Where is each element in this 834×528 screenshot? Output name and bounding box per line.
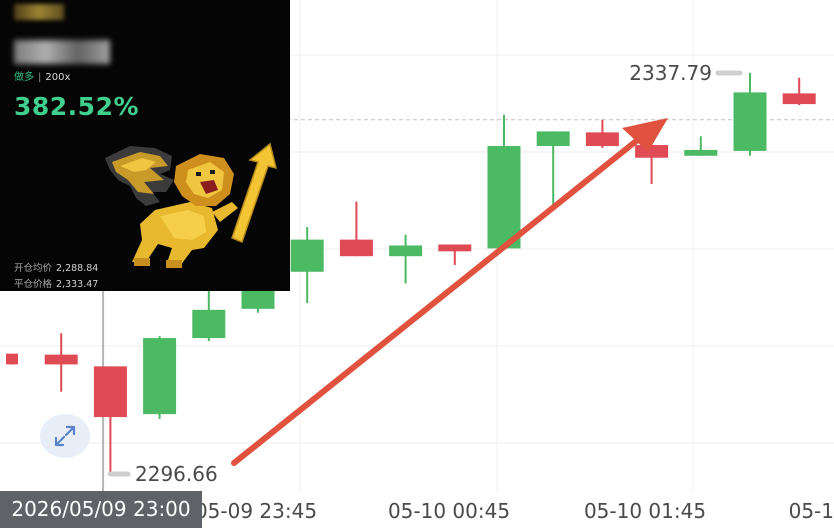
candle-body xyxy=(389,245,423,257)
position-side-line: 做多 | 200x xyxy=(14,68,70,83)
candle-body xyxy=(93,366,127,418)
candle-body xyxy=(782,93,816,105)
candle-body xyxy=(536,131,570,147)
blurred-username xyxy=(14,4,64,20)
x-axis-tick-labels: 05-09 23:45 05-10 00:45 05-10 01:45 05-1 xyxy=(195,499,834,523)
candle-body xyxy=(684,149,718,156)
candle-body xyxy=(143,338,177,415)
candle-body xyxy=(44,354,78,365)
candle-body xyxy=(339,239,373,257)
candle-body xyxy=(585,132,619,147)
crosshair-time-tag: 2026/05/09 23:00 xyxy=(0,491,202,528)
entry-price-row: 开仓均价 2,288.84 xyxy=(14,260,98,274)
candle-body xyxy=(733,92,767,151)
candle-body xyxy=(438,244,472,252)
high-price-label: 2337.79 xyxy=(629,61,712,85)
trend-arrow-shaft xyxy=(231,131,648,466)
blurred-pair-name xyxy=(14,40,110,64)
expand-arrows-icon xyxy=(54,425,76,447)
x-tick-label: 05-09 23:45 xyxy=(195,499,317,523)
candle-body xyxy=(192,309,226,339)
position-side: 做多 xyxy=(14,72,34,83)
pnl-percent: 382.52% xyxy=(14,92,140,121)
x-tick-label: 05-1 xyxy=(789,499,834,523)
candle-body xyxy=(635,145,669,158)
leverage: 200x xyxy=(45,72,71,83)
winged-lion-mascot xyxy=(105,142,278,268)
separator: | xyxy=(38,72,42,83)
close-price-row: 平仓价格 2,333.47 xyxy=(14,276,98,290)
candle-body xyxy=(6,353,18,365)
candle-body xyxy=(290,239,324,272)
close-price-label: 平仓价格 xyxy=(14,279,53,290)
x-tick-label: 05-10 01:45 xyxy=(584,499,706,523)
x-tick-label: 05-10 00:45 xyxy=(388,499,510,523)
red-trend-arrow xyxy=(231,118,668,466)
candle-body xyxy=(487,146,521,249)
position-share-card: 做多 | 200x 382.52% 开仓均价 2,288.84 平仓价格 2,333.4… xyxy=(0,0,290,291)
close-price-value: 2,333.47 xyxy=(56,279,99,290)
entry-price-value: 2,288.84 xyxy=(56,263,99,274)
low-price-label: 2296.66 xyxy=(135,462,218,486)
expand-button[interactable] xyxy=(40,414,90,458)
entry-price-label: 开仓均价 xyxy=(14,263,53,274)
